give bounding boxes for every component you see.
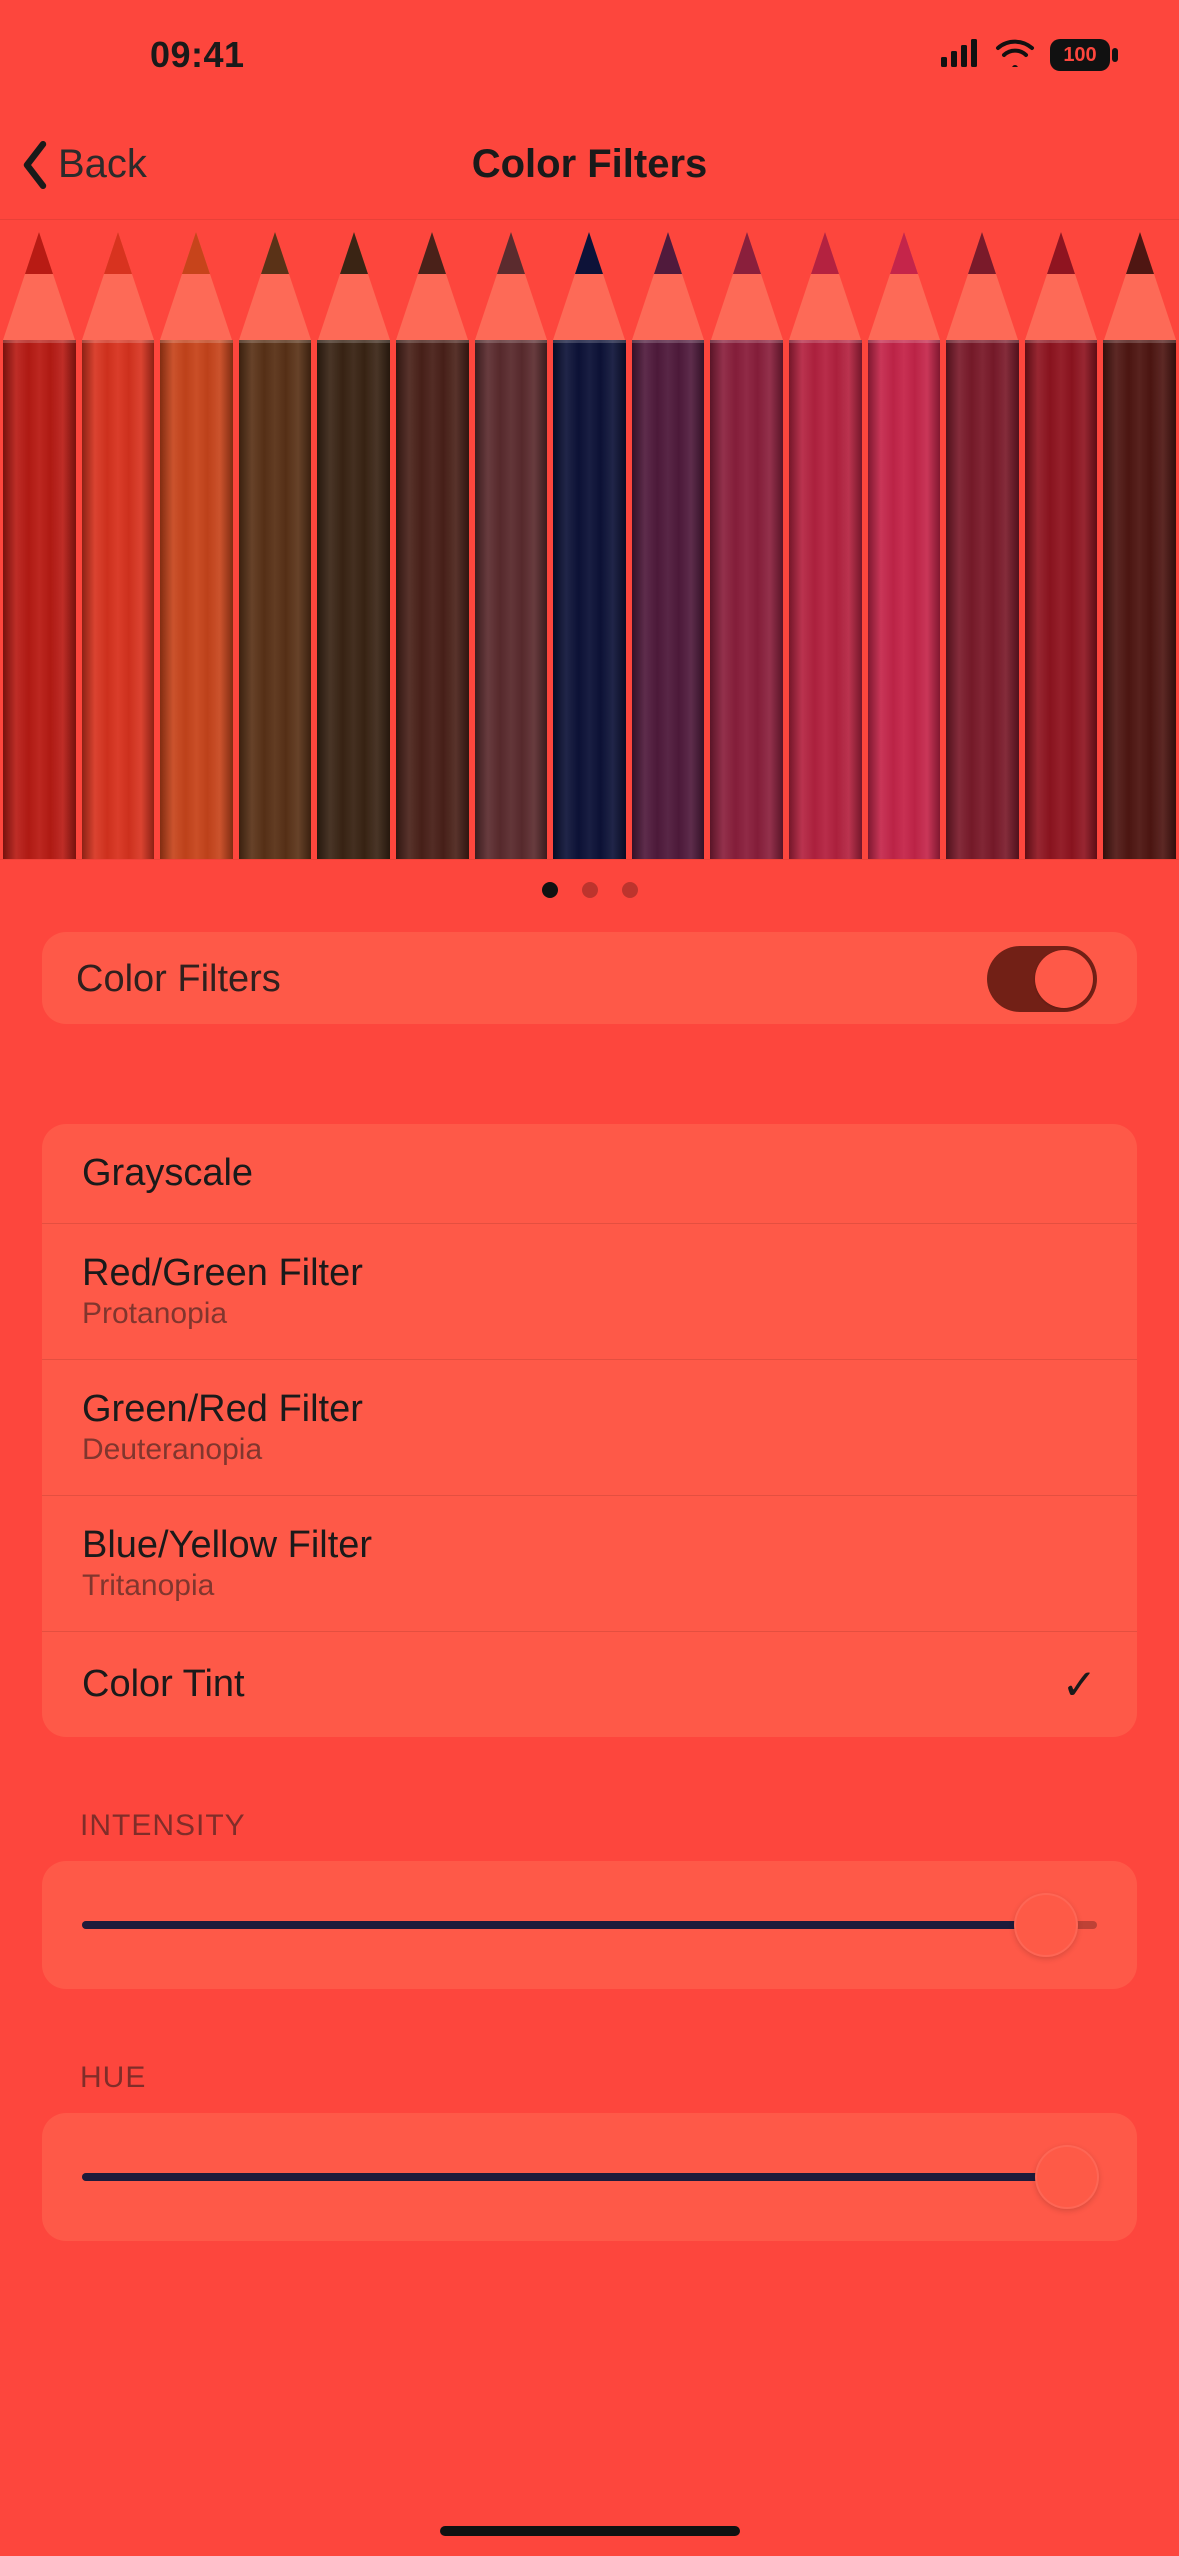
pencil bbox=[79, 220, 158, 859]
status-time: 09:41 bbox=[150, 34, 245, 76]
toggle-switch[interactable] bbox=[987, 946, 1097, 1012]
pencil bbox=[236, 220, 315, 859]
wifi-icon bbox=[995, 34, 1035, 76]
intensity-slider[interactable] bbox=[82, 1903, 1097, 1947]
pencil bbox=[157, 220, 236, 859]
svg-text:100: 100 bbox=[1063, 44, 1096, 66]
page-dot[interactable] bbox=[582, 882, 598, 898]
filter-option[interactable]: Blue/Yellow FilterTritanopia bbox=[42, 1495, 1137, 1631]
filter-option[interactable]: Red/Green FilterProtanopia bbox=[42, 1223, 1137, 1359]
filter-option[interactable]: Green/Red FilterDeuteranopia bbox=[42, 1359, 1137, 1495]
filter-sublabel: Tritanopia bbox=[82, 1569, 372, 1603]
filter-sublabel: Deuteranopia bbox=[82, 1433, 363, 1467]
battery-icon: 100 bbox=[1049, 38, 1119, 72]
hue-header: HUE bbox=[80, 2061, 1099, 2095]
slider-thumb[interactable] bbox=[1035, 2145, 1099, 2209]
hue-slider[interactable] bbox=[82, 2155, 1097, 2199]
back-button[interactable]: Back bbox=[20, 141, 147, 189]
intensity-slider-container bbox=[42, 1861, 1137, 1989]
toggle-label: Color Filters bbox=[76, 958, 281, 1001]
color-filters-toggle-row[interactable]: Color Filters bbox=[42, 946, 1137, 1012]
filter-option[interactable]: Color Tint ✓ bbox=[42, 1631, 1137, 1737]
home-indicator[interactable] bbox=[440, 2526, 740, 2536]
filter-label: Blue/Yellow Filter bbox=[82, 1524, 372, 1567]
nav-title: Color Filters bbox=[0, 142, 1179, 187]
page-dot[interactable] bbox=[542, 882, 558, 898]
filter-label: Color Tint bbox=[82, 1663, 245, 1706]
status-indicators: 100 bbox=[941, 34, 1119, 76]
nav-bar: Back Color Filters bbox=[0, 110, 1179, 220]
pencil bbox=[865, 220, 944, 859]
chevron-left-icon bbox=[20, 141, 50, 189]
pencil bbox=[629, 220, 708, 859]
pencil bbox=[943, 220, 1022, 859]
pencil bbox=[550, 220, 629, 859]
filter-label: Red/Green Filter bbox=[82, 1252, 363, 1295]
filter-options-group: GrayscaleRed/Green FilterProtanopiaGreen… bbox=[42, 1124, 1137, 1737]
pencil bbox=[393, 220, 472, 859]
pencil bbox=[1100, 220, 1179, 859]
pencil bbox=[786, 220, 865, 859]
pencil bbox=[1022, 220, 1101, 859]
filter-preview[interactable] bbox=[0, 220, 1179, 860]
pencil bbox=[0, 220, 79, 859]
checkmark-icon: ✓ bbox=[1062, 1660, 1097, 1709]
page-dot[interactable] bbox=[622, 882, 638, 898]
toggle-knob bbox=[1035, 950, 1093, 1008]
status-bar: 09:41 100 bbox=[0, 0, 1179, 110]
pencil bbox=[707, 220, 786, 859]
hue-slider-container bbox=[42, 2113, 1137, 2241]
filter-label: Green/Red Filter bbox=[82, 1388, 363, 1431]
pencil bbox=[314, 220, 393, 859]
slider-thumb[interactable] bbox=[1014, 1893, 1078, 1957]
filter-label: Grayscale bbox=[82, 1152, 253, 1195]
page-indicator[interactable] bbox=[0, 860, 1179, 920]
intensity-header: INTENSITY bbox=[80, 1809, 1099, 1843]
back-label: Back bbox=[58, 142, 147, 187]
filter-option[interactable]: Grayscale bbox=[42, 1124, 1137, 1223]
pencil bbox=[472, 220, 551, 859]
cellular-icon bbox=[941, 34, 981, 76]
filter-sublabel: Protanopia bbox=[82, 1297, 363, 1331]
